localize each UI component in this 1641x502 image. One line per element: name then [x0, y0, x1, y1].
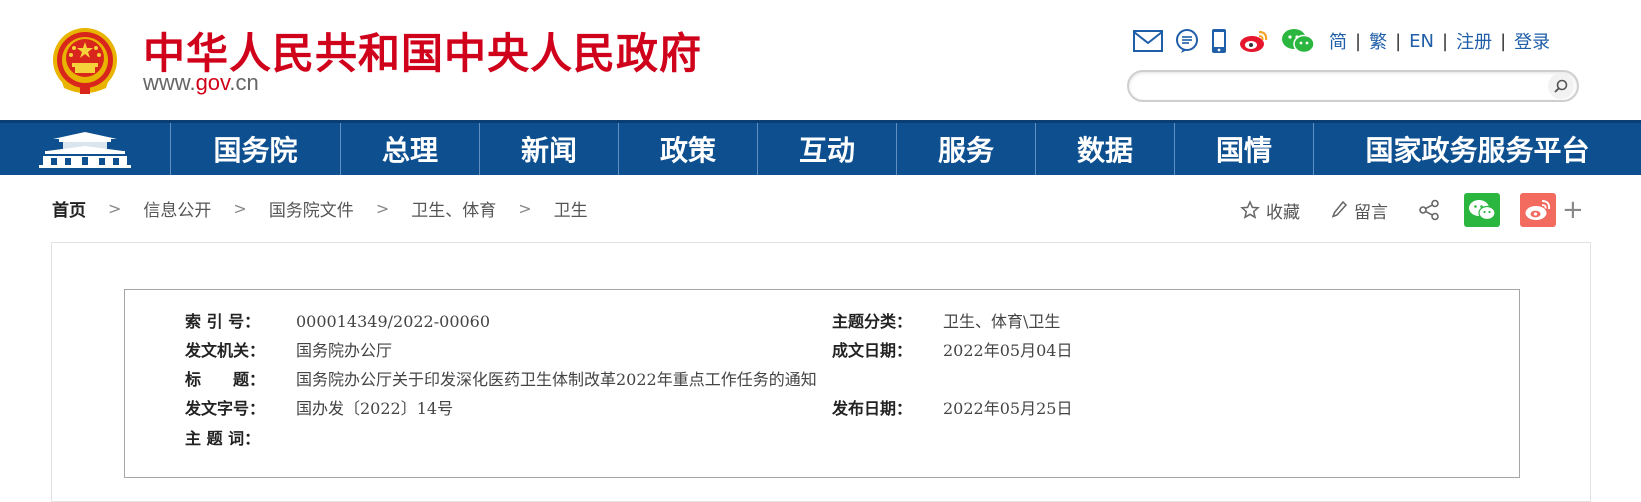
- breadcrumb-separator: >: [518, 199, 532, 218]
- nav-home-logo[interactable]: [0, 123, 171, 175]
- separator: |: [1395, 30, 1402, 52]
- search-icon: [1554, 79, 1568, 93]
- topic-label: 主题分类：: [832, 312, 913, 331]
- mail-icon[interactable]: [1133, 30, 1163, 52]
- register-link[interactable]: 注册: [1456, 28, 1492, 54]
- publish-date-value: 2022年05月25日: [943, 399, 1073, 418]
- separator: |: [1442, 30, 1449, 52]
- search-input[interactable]: [1143, 73, 1548, 99]
- comment-label: 留言: [1354, 202, 1388, 223]
- top-tools: 简 | 繁 | EN | 注册 | 登录: [1133, 26, 1550, 56]
- nav-item-national-conditions[interactable]: 国情: [1175, 123, 1314, 175]
- wechat-icon[interactable]: [1281, 28, 1315, 54]
- keyword-label: 主 题 词：: [185, 429, 261, 448]
- nav-item-interaction[interactable]: 互动: [758, 123, 897, 175]
- title-value: 国务院办公厅关于印发深化医药卫生体制改革2022年重点工作任务的通知: [296, 370, 817, 389]
- breadcrumb-separator: >: [375, 199, 390, 218]
- lang-english-link[interactable]: EN: [1409, 31, 1434, 52]
- star-icon: [1240, 200, 1260, 219]
- meta-row: 发文机关： 国务院办公厅 成文日期： 2022年05月04日: [125, 336, 1519, 366]
- written-date-label: 成文日期：: [832, 341, 913, 360]
- search-box: [1127, 70, 1579, 102]
- issuer-label: 发文机关：: [185, 341, 266, 360]
- lang-traditional-link[interactable]: 繁: [1369, 28, 1387, 54]
- share-bar: 收藏 留言 +: [1240, 192, 1584, 228]
- comment-button[interactable]: 留言: [1330, 198, 1388, 223]
- separator: |: [1355, 30, 1362, 52]
- search-button[interactable]: [1548, 73, 1574, 99]
- favorite-label: 收藏: [1266, 202, 1300, 223]
- tiananmen-icon: [39, 132, 131, 168]
- nav-item-policy[interactable]: 政策: [619, 123, 758, 175]
- main-nav: 国务院 总理 新闻 政策 互动 服务 数据 国情 国家政务服务平台: [0, 120, 1641, 175]
- more-share-button[interactable]: +: [1562, 197, 1584, 223]
- breadcrumb-separator: >: [233, 199, 247, 218]
- nav-item-services[interactable]: 服务: [897, 123, 1036, 175]
- separator: |: [1500, 30, 1507, 52]
- topic-value: 卫生、体育\卫生: [943, 312, 1061, 331]
- site-url-suffix: .cn: [229, 70, 259, 95]
- pencil-icon: [1331, 200, 1348, 218]
- nav-item-gov-service-platform[interactable]: 国家政务服务平台: [1314, 123, 1641, 175]
- index-value: 000014349/2022-00060: [296, 312, 491, 331]
- site-url-prefix: www.: [143, 70, 196, 95]
- breadcrumb-home[interactable]: 首页: [52, 196, 86, 221]
- breadcrumb: 首页 > 信息公开 > 国务院文件 > 卫生、体育 > 卫生: [52, 196, 588, 221]
- nav-item-premier[interactable]: 总理: [341, 123, 480, 175]
- meta-row: 索 引 号： 000014349/2022-00060 主题分类： 卫生、体育\…: [125, 307, 1519, 337]
- meta-row: 发文字号： 国办发〔2022〕14号 发布日期： 2022年05月25日: [125, 394, 1519, 424]
- favorite-button[interactable]: 收藏: [1240, 198, 1300, 223]
- doc-number-value: 国办发〔2022〕14号: [296, 399, 454, 418]
- login-link[interactable]: 登录: [1514, 28, 1550, 54]
- wechat-icon: [1469, 200, 1496, 221]
- nav-item-data[interactable]: 数据: [1036, 123, 1175, 175]
- share-weibo-button[interactable]: [1520, 193, 1556, 227]
- chat-bubble-icon[interactable]: [1175, 29, 1199, 53]
- share-icon: [1419, 199, 1439, 221]
- issuer-value: 国务院办公厅: [296, 341, 393, 360]
- weibo-icon: [1525, 200, 1551, 220]
- breadcrumb-health-sports[interactable]: 卫生、体育: [411, 196, 496, 221]
- breadcrumb-health[interactable]: 卫生: [554, 196, 588, 221]
- lang-simplified-link[interactable]: 简: [1329, 28, 1347, 54]
- site-header: 中华人民共和国中央人民政府 www.gov.cn 简 | 繁 | EN | 注册…: [0, 0, 1641, 120]
- national-emblem-icon[interactable]: [50, 24, 120, 98]
- breadcrumb-info-disclosure[interactable]: 信息公开: [143, 196, 211, 221]
- site-url[interactable]: www.gov.cn: [143, 70, 259, 96]
- nav-item-state-council[interactable]: 国务院: [171, 123, 341, 175]
- written-date-value: 2022年05月04日: [943, 341, 1073, 360]
- publish-date-label: 发布日期：: [832, 399, 913, 418]
- meta-row: 主 题 词：: [125, 424, 1519, 454]
- breadcrumb-state-council-docs[interactable]: 国务院文件: [269, 196, 354, 221]
- breadcrumb-separator: >: [108, 199, 122, 218]
- mobile-icon[interactable]: [1211, 28, 1227, 54]
- title-label: 标 题：: [185, 370, 266, 389]
- weibo-icon[interactable]: [1239, 28, 1269, 54]
- meta-row: 标 题： 国务院办公厅关于印发深化医药卫生体制改革2022年重点工作任务的通知: [125, 365, 1519, 395]
- document-meta-box: 索 引 号： 000014349/2022-00060 主题分类： 卫生、体育\…: [124, 289, 1520, 478]
- nav-item-news[interactable]: 新闻: [480, 123, 619, 175]
- share-wechat-button[interactable]: [1464, 193, 1500, 227]
- index-label: 索 引 号：: [185, 312, 261, 331]
- share-button[interactable]: [1418, 199, 1440, 221]
- doc-number-label: 发文字号：: [185, 399, 266, 418]
- site-url-gov: gov: [195, 70, 230, 95]
